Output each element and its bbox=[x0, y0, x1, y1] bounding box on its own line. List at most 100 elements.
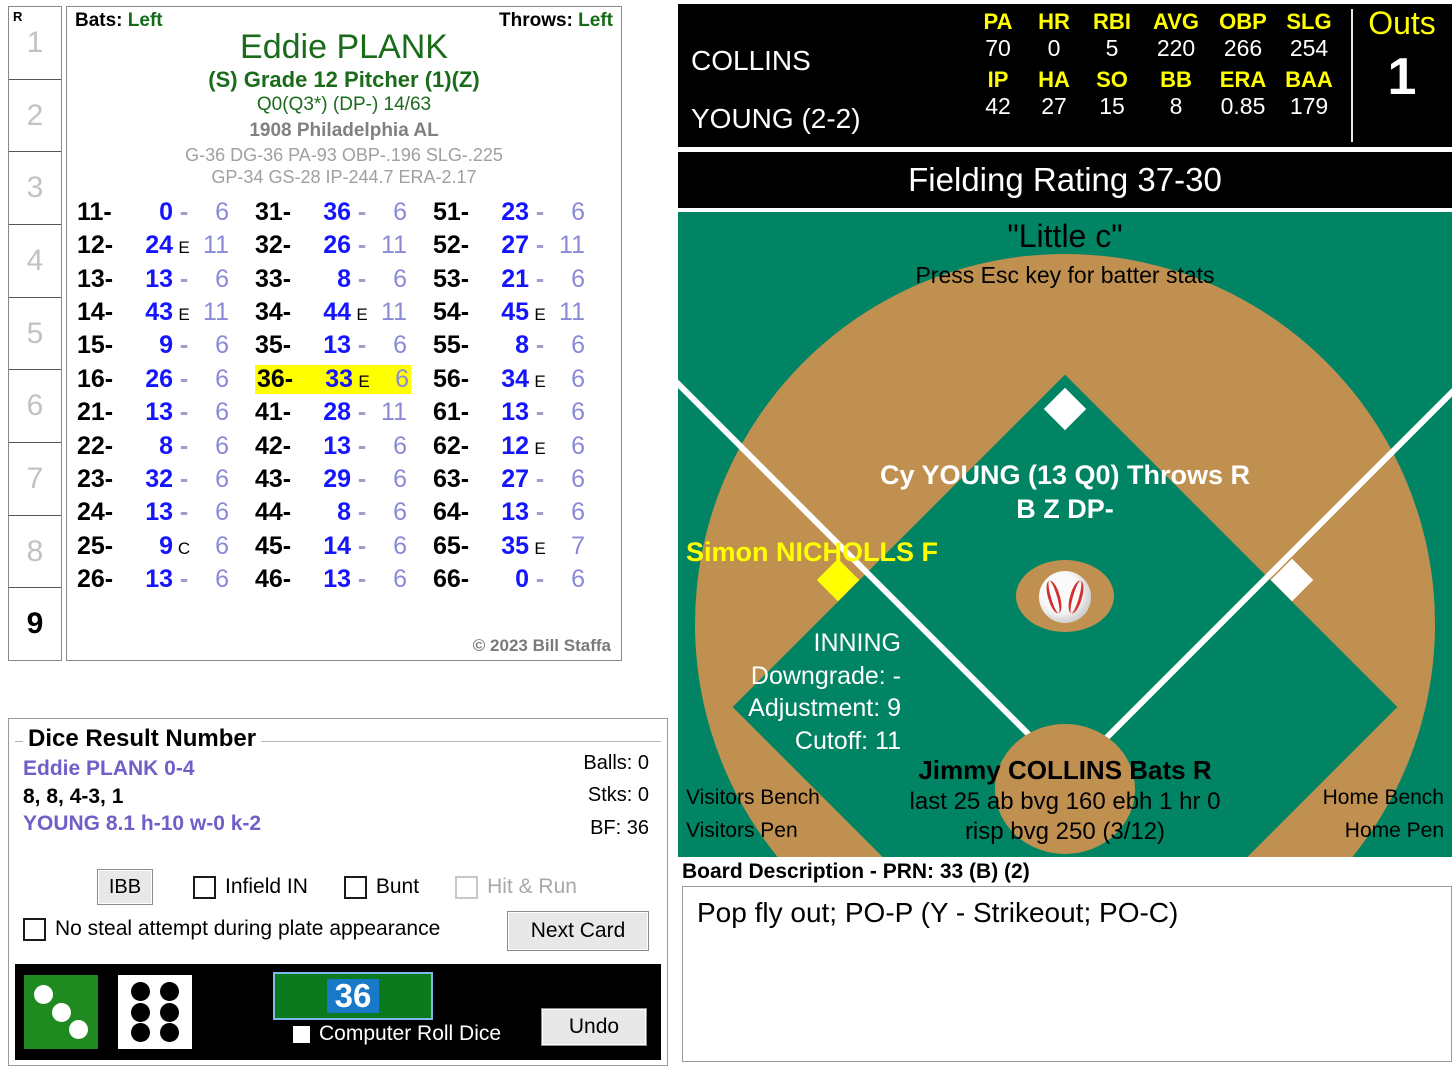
dice-result-cell-35[interactable]: 35- 13-6 bbox=[255, 331, 433, 360]
dice-result-cell-53[interactable]: 53- 21-6 bbox=[433, 265, 611, 294]
dice-result-cell-45[interactable]: 45- 14-6 bbox=[255, 532, 433, 561]
visitors-bench-link[interactable]: Visitors Bench bbox=[686, 782, 820, 815]
dice-result-cell-65[interactable]: 65- 35 E 7 bbox=[433, 532, 611, 561]
visitors-pen-link[interactable]: Visitors Pen bbox=[686, 815, 820, 848]
computer-roll-checkbox[interactable]: Computer Roll Dice bbox=[293, 1022, 501, 1046]
dice-result-value: 36 bbox=[323, 197, 351, 226]
dice-result-modifier: - bbox=[179, 464, 189, 493]
dice-result-cell-63[interactable]: 63- 27-6 bbox=[433, 465, 611, 494]
dice-roll-key: 31- bbox=[255, 197, 292, 226]
dice-result-rating: 6 bbox=[571, 565, 585, 594]
checkbox-box-icon bbox=[455, 875, 479, 899]
infield-in-checkbox[interactable]: Infield IN bbox=[193, 875, 308, 899]
dice-result-cell-54[interactable]: 54- 45 E 11 bbox=[433, 298, 611, 327]
infield-in-label: Infield IN bbox=[225, 875, 308, 898]
balls-readout: Balls: 0 bbox=[583, 752, 649, 774]
inning-cell-7[interactable]: 7 bbox=[9, 443, 61, 516]
dice-result-value: 0 bbox=[159, 197, 173, 226]
dice-result-value: 0 bbox=[515, 565, 529, 594]
dice-result-cell-44[interactable]: 44- 8-6 bbox=[255, 498, 433, 527]
inning-cell-1[interactable]: R1 bbox=[9, 7, 61, 80]
inning-cell-8[interactable]: 8 bbox=[9, 516, 61, 589]
dice-result-cell-43[interactable]: 43- 29-6 bbox=[255, 465, 433, 494]
dice-result-cell-26[interactable]: 26- 13-6 bbox=[77, 565, 255, 594]
dice-result-modifier: - bbox=[179, 331, 189, 360]
dice-result-cell-31[interactable]: 31- 36-6 bbox=[255, 198, 433, 227]
dice-result-cell-13[interactable]: 13- 13-6 bbox=[77, 265, 255, 294]
dice-result-cell-61[interactable]: 61- 13-6 bbox=[433, 398, 611, 427]
home-pen-link[interactable]: Home Pen bbox=[1323, 815, 1444, 848]
baserunner-label[interactable]: Simon NICHOLLS F bbox=[686, 537, 938, 568]
dice-result-cell-15[interactable]: 15- 9-6 bbox=[77, 331, 255, 360]
dice-result-cell-66[interactable]: 66- 0-6 bbox=[433, 565, 611, 594]
dice-result-cell-46[interactable]: 46- 13-6 bbox=[255, 565, 433, 594]
batter-stat-value: 0 bbox=[1047, 35, 1061, 61]
batter-stat-value: 70 bbox=[985, 35, 1011, 61]
dice-result-cell-14[interactable]: 14- 43 E 11 bbox=[77, 298, 255, 327]
dice-result-cell-22[interactable]: 22- 8-6 bbox=[77, 432, 255, 461]
dice-result-cell-34[interactable]: 34- 44 E 11 bbox=[255, 298, 433, 327]
dice-result-modifier: - bbox=[535, 498, 545, 527]
dice-result-cell-55[interactable]: 55- 8-6 bbox=[433, 331, 611, 360]
dice-result-row: 13- 13-6 33- 8-6 53- 21-6 bbox=[77, 262, 611, 295]
dice-result-rating: 6 bbox=[393, 498, 407, 527]
roll-result-box[interactable]: 36 bbox=[273, 972, 433, 1020]
dice-roll-key: 23- bbox=[77, 464, 114, 493]
dice-result-value: 13 bbox=[145, 398, 173, 427]
home-bench-link[interactable]: Home Bench bbox=[1323, 782, 1444, 815]
inning-cell-9[interactable]: 9 bbox=[9, 588, 61, 660]
dice-result-cell-25[interactable]: 25- 9 C 6 bbox=[77, 532, 255, 561]
green-die[interactable] bbox=[24, 975, 98, 1049]
dice-result-value: 24 bbox=[145, 231, 173, 260]
inning-number: 9 bbox=[26, 607, 44, 641]
batter-stat-table: PA HR RBI AVG OBP SLG 70 0 5 220 266 254 bbox=[969, 9, 1341, 62]
dice-result-cell-32[interactable]: 32- 26-11 bbox=[255, 231, 433, 260]
dice-result-cell-41[interactable]: 41- 28-11 bbox=[255, 398, 433, 427]
batter-stat-value: 5 bbox=[1105, 35, 1119, 61]
dice-result-cell-62[interactable]: 62- 12 E 6 bbox=[433, 432, 611, 461]
bunt-checkbox[interactable]: Bunt bbox=[343, 875, 419, 899]
counts-line: 8, 8, 4-3, 1 bbox=[23, 784, 124, 808]
dice-result-cell-11[interactable]: 11- 0-6 bbox=[77, 198, 255, 227]
inning-cell-3[interactable]: 3 bbox=[9, 152, 61, 226]
white-die[interactable] bbox=[118, 975, 192, 1049]
dice-result-cell-24[interactable]: 24- 13-6 bbox=[77, 498, 255, 527]
next-card-button[interactable]: Next Card bbox=[507, 911, 649, 951]
die-pip bbox=[51, 1002, 71, 1022]
dice-result-cell-64[interactable]: 64- 13-6 bbox=[433, 498, 611, 527]
dice-result-rating: 11 bbox=[381, 231, 407, 260]
inning-cell-4[interactable]: 4 bbox=[9, 225, 61, 298]
inning-cell-2[interactable]: 2 bbox=[9, 80, 61, 153]
inning-cell-5[interactable]: 5 bbox=[9, 298, 61, 371]
dice-result-cell-42[interactable]: 42- 13-6 bbox=[255, 432, 433, 461]
dice-result-cell-12[interactable]: 12- 24 E 11 bbox=[77, 231, 255, 260]
dice-result-cell-23[interactable]: 23- 32-6 bbox=[77, 465, 255, 494]
ibb-button[interactable]: IBB bbox=[97, 869, 153, 905]
dice-result-cell-36[interactable]: 36- 33 E 6 bbox=[255, 364, 433, 394]
bats-group: Bats: Left bbox=[75, 10, 163, 32]
dice-result-rating: 6 bbox=[393, 331, 407, 360]
adjustment-value: Adjustment: 9 bbox=[748, 694, 901, 722]
dice-result-value: 32 bbox=[145, 464, 173, 493]
dice-result-rating: 6 bbox=[571, 364, 585, 393]
dice-result-cell-52[interactable]: 52- 27-11 bbox=[433, 231, 611, 260]
undo-button[interactable]: Undo bbox=[541, 1008, 647, 1046]
inning-cell-6[interactable]: 6 bbox=[9, 370, 61, 444]
dice-roll-key: 33- bbox=[255, 264, 292, 293]
no-steal-checkbox[interactable]: No steal attempt during plate appearance bbox=[23, 917, 440, 941]
dice-result-value: 13 bbox=[323, 331, 351, 360]
dice-result-cell-21[interactable]: 21- 13-6 bbox=[77, 398, 255, 427]
dice-result-cell-16[interactable]: 16- 26-6 bbox=[77, 365, 255, 394]
dice-result-cell-56[interactable]: 56- 34 E 6 bbox=[433, 365, 611, 394]
inning-column[interactable]: R1 2 3 4 5 6 7 8 9 bbox=[8, 6, 62, 661]
dice-result-cell-33[interactable]: 33- 8-6 bbox=[255, 265, 433, 294]
undo-label: Undo bbox=[568, 1015, 620, 1038]
dice-result-value: 35 bbox=[501, 531, 529, 560]
dice-result-rating: 6 bbox=[393, 464, 407, 493]
dice-result-value: 44 bbox=[323, 297, 351, 326]
pitcher-stat-value: 27 bbox=[1041, 93, 1067, 119]
scoreboard-pitcher-name: YOUNG (2-2) bbox=[691, 103, 861, 134]
dice-result-row: 14- 43 E 11 34- 44 E 11 54- 45 E 11 bbox=[77, 296, 611, 329]
baseball-field[interactable]: "Little c" Press Esc key for batter stat… bbox=[678, 212, 1452, 857]
dice-result-cell-51[interactable]: 51- 23-6 bbox=[433, 198, 611, 227]
